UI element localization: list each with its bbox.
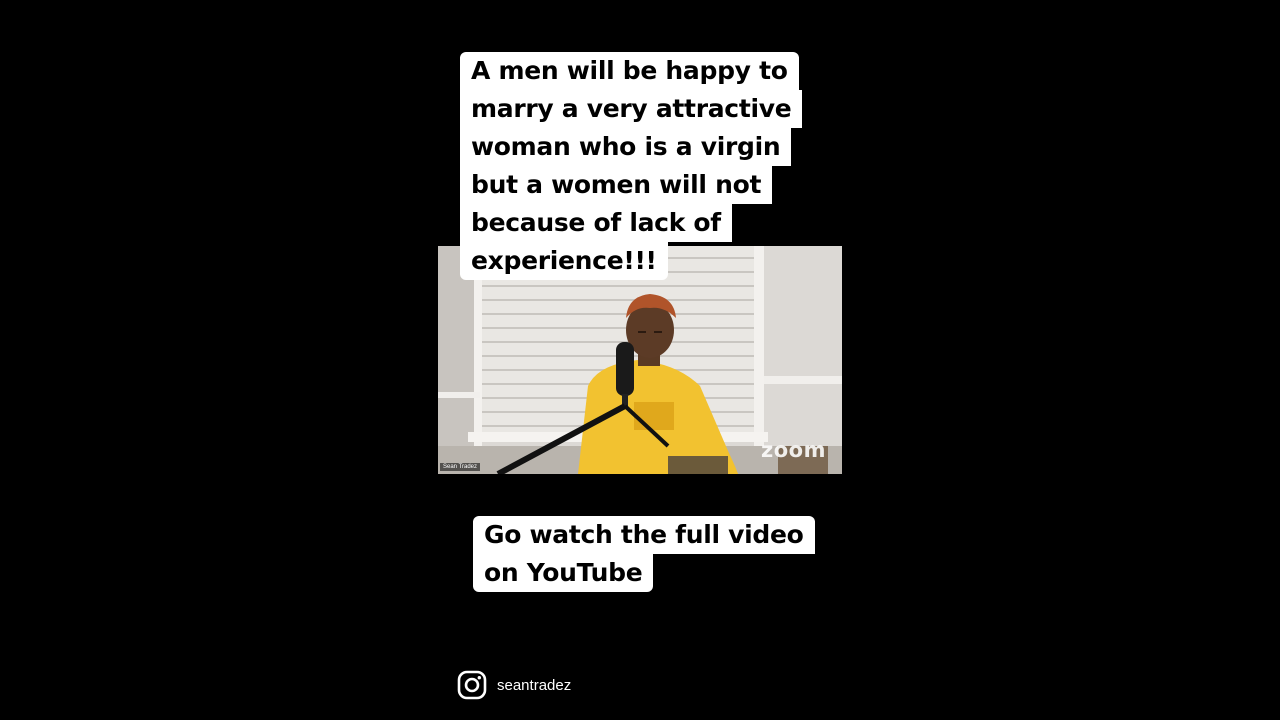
- caption-line: A men will be happy to: [460, 52, 799, 90]
- caption-line: Go watch the full video: [473, 516, 815, 554]
- participant-name-label: Sean Tradez: [440, 463, 481, 471]
- instagram-icon[interactable]: [457, 670, 487, 700]
- instagram-username[interactable]: seantradez: [497, 677, 571, 694]
- caption-top: A men will be happy to marry a very attr…: [460, 52, 803, 280]
- zoom-watermark: zoom: [761, 438, 826, 462]
- shorts-frame: Sean Tradez zoom A men will be happy to …: [0, 0, 1280, 720]
- caption-line: but a women will not: [460, 166, 773, 204]
- caption-bottom: Go watch the full video on YouTube: [473, 516, 815, 592]
- caption-line: experience!!!: [460, 242, 668, 280]
- video-frame[interactable]: Sean Tradez zoom: [438, 246, 842, 474]
- caption-line: woman who is a virgin: [460, 128, 792, 166]
- instagram-handle[interactable]: seantradez: [457, 670, 571, 700]
- caption-line: because of lack of: [460, 204, 732, 242]
- caption-line: marry a very attractive: [460, 90, 803, 128]
- caption-line: on YouTube: [473, 554, 654, 592]
